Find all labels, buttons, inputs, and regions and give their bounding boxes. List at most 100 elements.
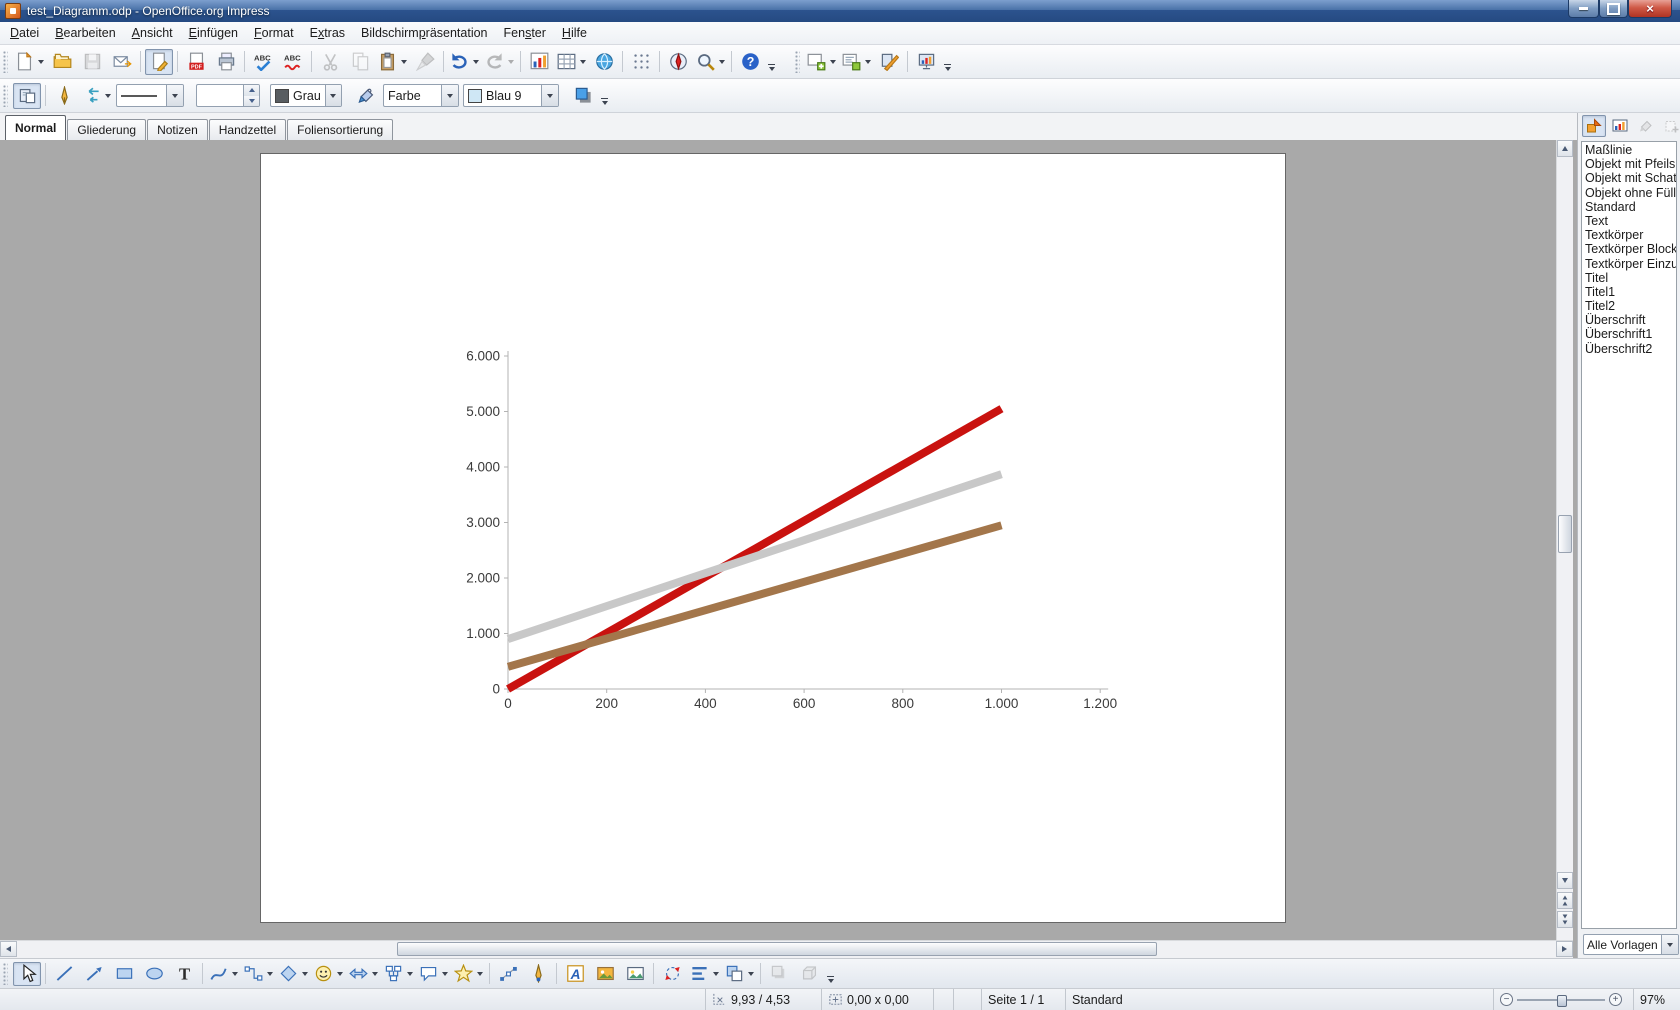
zoom-track[interactable] <box>1517 999 1605 1001</box>
slide-show-button[interactable] <box>912 49 940 75</box>
toolbar-grip[interactable] <box>3 51 8 73</box>
block-arrows-button[interactable] <box>347 962 380 986</box>
connector-button[interactable] <box>242 962 275 986</box>
menu-datei[interactable]: Datei <box>2 23 47 43</box>
status-template[interactable]: Standard <box>1066 989 1494 1010</box>
menu-hilfe[interactable]: Hilfe <box>554 23 595 43</box>
dropdown-arrow-icon[interactable] <box>442 972 448 976</box>
from-file-button[interactable] <box>621 962 649 986</box>
styles-window-toggle-button[interactable] <box>13 83 41 109</box>
style-item[interactable]: Standard <box>1582 200 1676 214</box>
scroll-down-button[interactable] <box>1557 872 1573 889</box>
arrange-button[interactable] <box>723 962 756 986</box>
chart[interactable]: 01.0002.0003.0004.0005.0006.000020040060… <box>261 154 1287 924</box>
zoom-thumb[interactable] <box>1557 995 1567 1007</box>
style-item[interactable]: Textkörper <box>1582 228 1676 242</box>
toolbar-overflow-button[interactable] <box>824 959 837 988</box>
new-document-button[interactable] <box>13 49 46 75</box>
menu-ansicht[interactable]: Ansicht <box>124 23 181 43</box>
toolbar-overflow-button[interactable] <box>765 47 778 76</box>
basic-shapes-button[interactable] <box>277 962 310 986</box>
slide-layout-button[interactable] <box>840 49 873 75</box>
tab-normal[interactable]: Normal <box>5 115 66 140</box>
alignment-button[interactable] <box>688 962 721 986</box>
style-item[interactable]: Objekt mit Schatt <box>1582 171 1676 185</box>
dropdown-arrow-icon[interactable] <box>477 972 483 976</box>
new-slide-button[interactable] <box>805 49 838 75</box>
line-color-select[interactable]: Grau <box>270 84 342 107</box>
area-dialog-button[interactable] <box>352 83 380 109</box>
slide[interactable]: 01.0002.0003.0004.0005.0006.000020040060… <box>260 153 1286 923</box>
email-document-button[interactable] <box>108 49 136 75</box>
flowchart-button[interactable] <box>382 962 415 986</box>
help-button[interactable]: ? <box>736 49 764 75</box>
horizontal-scroll-thumb[interactable] <box>397 942 1157 956</box>
restore-button[interactable] <box>1599 0 1628 18</box>
previous-slide-button[interactable] <box>1557 892 1573 909</box>
line-color-dropdown-button[interactable] <box>325 85 341 106</box>
print-file-button[interactable] <box>212 49 240 75</box>
rectangle-button[interactable] <box>110 962 138 986</box>
next-slide-button[interactable] <box>1557 911 1573 928</box>
zoom-in-button[interactable]: + <box>1609 993 1622 1006</box>
dropdown-arrow-icon[interactable] <box>337 972 343 976</box>
auto-spellcheck-button[interactable]: ABC <box>279 49 307 75</box>
tab-handzettel[interactable]: Handzettel <box>209 119 286 140</box>
style-item[interactable]: Titel1 <box>1582 285 1676 299</box>
select-button[interactable] <box>13 962 41 986</box>
scroll-up-button[interactable] <box>1557 140 1573 157</box>
close-button[interactable]: × <box>1628 0 1672 18</box>
toolbar-grip[interactable] <box>795 51 800 73</box>
style-item[interactable]: Titel2 <box>1582 299 1676 313</box>
curve-button[interactable] <box>207 962 240 986</box>
dropdown-arrow-icon[interactable] <box>407 972 413 976</box>
presentation-styles-button[interactable] <box>1608 115 1632 137</box>
navigator-button[interactable] <box>664 49 692 75</box>
menu-fenster[interactable]: Fenster <box>496 23 554 43</box>
open-document-button[interactable] <box>48 49 76 75</box>
display-grid-button[interactable] <box>627 49 655 75</box>
zoom-button[interactable] <box>694 49 727 75</box>
toolbar-grip[interactable] <box>3 963 8 985</box>
style-item[interactable]: Textkörper Einzug <box>1582 257 1676 271</box>
style-item[interactable]: Maßlinie <box>1582 143 1676 157</box>
style-item[interactable]: Überschrift2 <box>1582 342 1676 356</box>
glue-points-button[interactable] <box>524 962 552 986</box>
tab-gliederung[interactable]: Gliederung <box>67 119 146 140</box>
styles-filter-dropdown-button[interactable] <box>1661 935 1678 954</box>
slide-design-button[interactable] <box>875 49 903 75</box>
dropdown-arrow-icon[interactable] <box>473 60 479 64</box>
dropdown-arrow-icon[interactable] <box>748 972 754 976</box>
edit-points-button[interactable] <box>494 962 522 986</box>
menu-format[interactable]: Format <box>246 23 302 43</box>
style-item[interactable]: Objekt mit Pfeilsp <box>1582 157 1676 171</box>
fill-color-select[interactable]: Blau 9 <box>463 84 559 107</box>
paste-button[interactable] <box>376 49 409 75</box>
arrow-style-button[interactable] <box>80 83 113 109</box>
horizontal-scrollbar[interactable] <box>0 940 1573 958</box>
style-item[interactable]: Überschrift <box>1582 313 1676 327</box>
ellipse-button[interactable] <box>140 962 168 986</box>
dropdown-arrow-icon[interactable] <box>401 60 407 64</box>
dropdown-arrow-icon[interactable] <box>302 972 308 976</box>
tab-foliensortierung[interactable]: Foliensortierung <box>287 119 393 140</box>
arrow-button[interactable] <box>80 962 108 986</box>
style-item[interactable]: Objekt ohne Füllu <box>1582 186 1676 200</box>
menu-bearbeiten[interactable]: Bearbeiten <box>47 23 123 43</box>
fill-color-dropdown-button[interactable] <box>541 85 558 106</box>
chart-button[interactable] <box>525 49 553 75</box>
gallery-button[interactable] <box>591 962 619 986</box>
line-style-select[interactable] <box>116 84 184 107</box>
dropdown-arrow-icon[interactable] <box>232 972 238 976</box>
styles-list[interactable]: MaßlinieObjekt mit PfeilspObjekt mit Sch… <box>1581 141 1677 929</box>
scroll-left-button[interactable] <box>0 941 17 957</box>
line-width-spin-buttons[interactable] <box>243 85 259 106</box>
stars-button[interactable] <box>452 962 485 986</box>
dropdown-arrow-icon[interactable] <box>38 60 44 64</box>
menu-einf-gen[interactable]: Einfügen <box>181 23 246 43</box>
rotate-button[interactable] <box>658 962 686 986</box>
shadow-toggle-button[interactable] <box>569 83 597 109</box>
dropdown-arrow-icon[interactable] <box>713 972 719 976</box>
fill-type-select[interactable]: Farbe <box>383 84 459 107</box>
spellcheck-button[interactable]: ABC <box>249 49 277 75</box>
